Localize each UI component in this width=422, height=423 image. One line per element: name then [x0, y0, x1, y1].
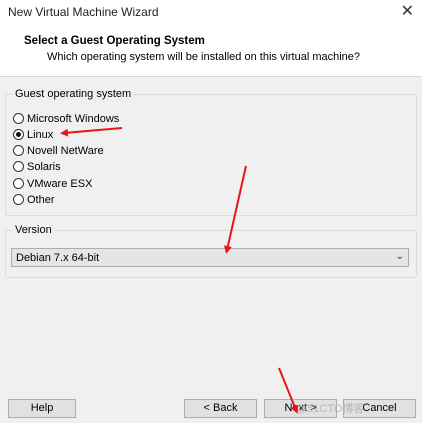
arrow-to-version [223, 165, 247, 254]
annotation-arrows [60, 127, 299, 414]
arrow-to-next [278, 367, 299, 414]
arrow-to-linux [60, 127, 123, 137]
